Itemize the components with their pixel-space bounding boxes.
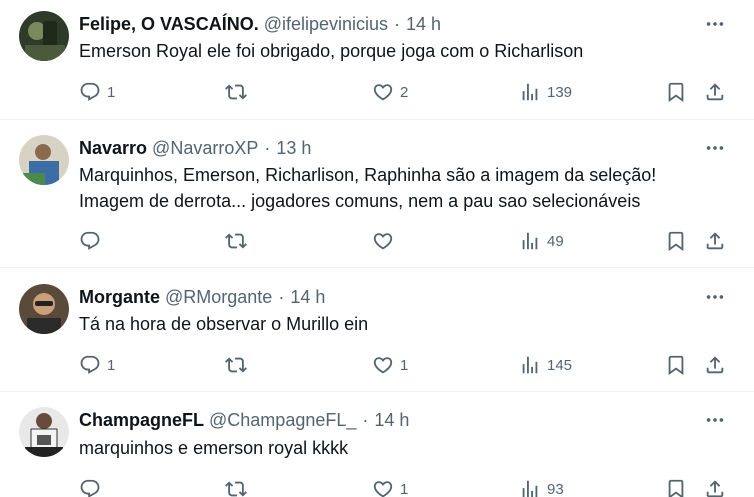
views-button[interactable]: 49 [519,226,564,256]
views-button[interactable]: 93 [519,474,564,497]
timestamp[interactable]: 13 h [276,138,311,159]
reply-icon [79,478,101,497]
more-options-button[interactable] [700,286,730,308]
reply-count: 1 [107,83,116,101]
reply-count: 1 [107,356,116,374]
bookmark-icon [665,478,687,497]
tweet[interactable]: Morgante @RMorgante · 14 h Tá na hora de… [0,268,754,392]
retweet-icon [225,478,247,497]
heart-icon [372,478,394,497]
share-icon [704,81,726,103]
share-button[interactable] [704,474,726,497]
tweet-text: marquinhos e emerson royal kkkk [79,438,349,458]
separator: · [394,13,401,34]
share-button[interactable] [704,77,726,107]
bookmark-icon [665,81,687,103]
reply-icon [79,230,101,252]
display-name[interactable]: ChampagneFL [79,410,204,431]
like-count: 1 [400,356,409,374]
views-icon [519,354,541,376]
avatar[interactable] [19,407,69,457]
views-button[interactable]: 145 [519,350,572,380]
avatar[interactable] [19,284,69,334]
like-count: 1 [400,480,409,497]
more-options-button[interactable] [700,137,730,159]
action-bar: 1 1 145 [0,350,754,380]
reply-button[interactable] [79,226,107,256]
action-bar: 49 [0,226,754,256]
more-options-button[interactable] [700,13,730,35]
like-button[interactable] [372,226,400,256]
separator: · [264,137,271,158]
bookmark-icon [665,354,687,376]
timestamp[interactable]: 14 h [374,410,409,431]
view-count: 49 [547,232,564,250]
bookmark-button[interactable] [665,350,687,380]
avatar[interactable] [19,11,69,61]
bookmark-button[interactable] [665,474,687,497]
separator: · [278,286,285,307]
retweet-button[interactable] [225,474,253,497]
user-handle[interactable]: @NavarroXP [152,138,258,159]
share-icon [704,354,726,376]
reply-button[interactable]: 1 [79,350,115,380]
timestamp[interactable]: 14 h [406,14,441,35]
more-options-icon [704,409,726,431]
bookmark-icon [665,230,687,252]
tweet[interactable]: Navarro @NavarroXP · 13 h Marquinhos, Em… [0,120,754,268]
view-count: 93 [547,480,564,497]
share-icon [704,230,726,252]
retweet-button[interactable] [225,226,253,256]
reply-icon [79,81,101,103]
bookmark-button[interactable] [665,226,687,256]
separator: · [362,409,369,430]
action-bar: 1 93 [0,474,754,497]
more-options-icon [704,137,726,159]
tweet[interactable]: Felipe, O VASCAÍNO. @ifelipevinicius · 1… [0,0,754,120]
user-handle[interactable]: @RMorgante [165,287,272,308]
retweet-button[interactable] [225,77,253,107]
view-count: 145 [547,356,573,374]
like-count: 2 [400,83,409,101]
timestamp[interactable]: 14 h [290,287,325,308]
heart-icon [372,354,394,376]
retweet-icon [225,354,247,376]
user-handle[interactable]: @ChampagneFL_ [209,410,356,431]
display-name[interactable]: Navarro [79,138,147,159]
share-button[interactable] [704,350,726,380]
like-button[interactable]: 2 [372,77,408,107]
like-button[interactable]: 1 [372,350,408,380]
display-name[interactable]: Felipe, O VASCAÍNO. [79,14,259,35]
tweet-text: Tá na hora de observar o Murillo ein [79,314,369,334]
view-count: 139 [547,83,573,101]
more-options-button[interactable] [700,409,730,431]
more-options-icon [704,286,726,308]
user-handle[interactable]: @ifelipevinicius [264,14,388,35]
heart-icon [372,230,394,252]
views-icon [519,81,541,103]
share-icon [704,478,726,497]
share-button[interactable] [704,226,726,256]
reply-icon [79,354,101,376]
views-icon [519,478,541,497]
reply-button[interactable] [79,474,107,497]
tweet-text: Marquinhos, Emerson, Richarlison, Raphin… [79,165,657,211]
views-icon [519,230,541,252]
tweet-text: Emerson Royal ele foi obrigado, porque j… [79,41,584,61]
action-bar: 1 2 139 [0,77,754,107]
views-button[interactable]: 139 [519,77,572,107]
retweet-icon [225,230,247,252]
heart-icon [372,81,394,103]
reply-button[interactable]: 1 [79,77,115,107]
retweet-icon [225,81,247,103]
more-options-icon [704,13,726,35]
like-button[interactable]: 1 [372,474,408,497]
tweet[interactable]: ChampagneFL @ChampagneFL_ · 14 h marquin… [0,392,754,497]
bookmark-button[interactable] [665,77,687,107]
avatar[interactable] [19,135,69,185]
display-name[interactable]: Morgante [79,287,160,308]
retweet-button[interactable] [225,350,253,380]
